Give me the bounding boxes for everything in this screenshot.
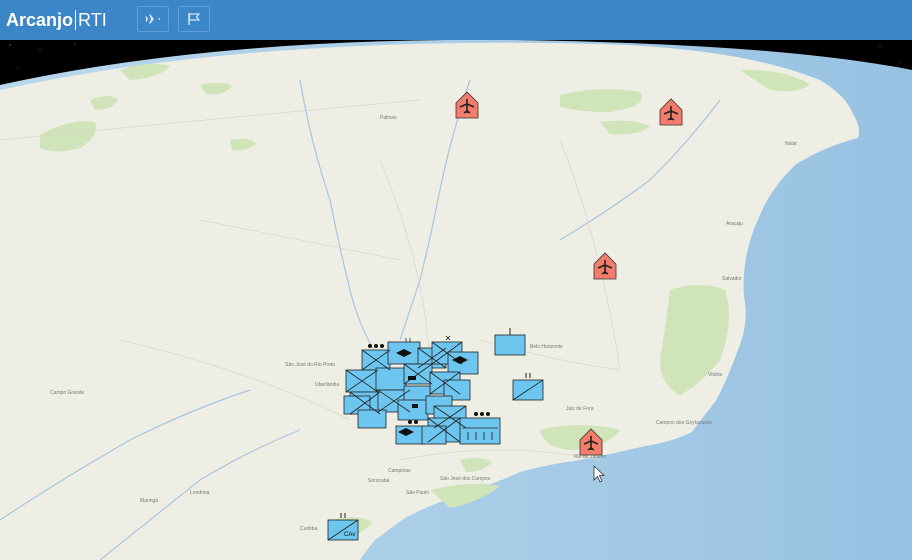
app-logo: Arcanjo RTI xyxy=(6,0,107,40)
place-label: Uberlândia xyxy=(315,382,339,388)
place-label: Maringá xyxy=(140,498,158,504)
unit-label: CAv xyxy=(344,532,355,538)
flag-icon xyxy=(188,13,201,25)
app-title-rest: RTI xyxy=(78,9,107,30)
place-label: Campinas xyxy=(388,468,411,474)
place-label: Palmas xyxy=(380,115,397,121)
place-label: São José do Rio Preto xyxy=(285,362,335,368)
place-label: Juiz de Fora xyxy=(566,406,594,412)
place-label: Belo Horizonte xyxy=(530,344,563,350)
place-label: Salvador xyxy=(722,276,742,282)
place-label: Aracaju xyxy=(726,221,743,227)
place-label: Natal xyxy=(785,141,797,147)
app-header: Arcanjo RTI xyxy=(0,0,912,40)
aircraft-tool-button[interactable] xyxy=(137,6,169,32)
flag-tool-button[interactable] xyxy=(178,6,210,32)
place-label: São José dos Campos xyxy=(440,476,491,482)
globe-map[interactable]: Palmas Natal Aracaju Salvador Belo Horiz… xyxy=(0,39,912,560)
place-label: Vitória xyxy=(708,372,722,378)
app-title-bold: Arcanjo xyxy=(6,9,74,30)
place-label: Campos dos Goytacazes xyxy=(656,420,712,426)
place-label: Londrina xyxy=(190,490,210,496)
place-label: Curitiba xyxy=(300,526,317,532)
airplane-icon xyxy=(145,14,160,24)
place-label: Campo Grande xyxy=(50,390,84,396)
place-label: Sorocaba xyxy=(368,478,390,484)
place-label: São Paulo xyxy=(406,490,429,496)
logo-separator xyxy=(75,10,77,30)
